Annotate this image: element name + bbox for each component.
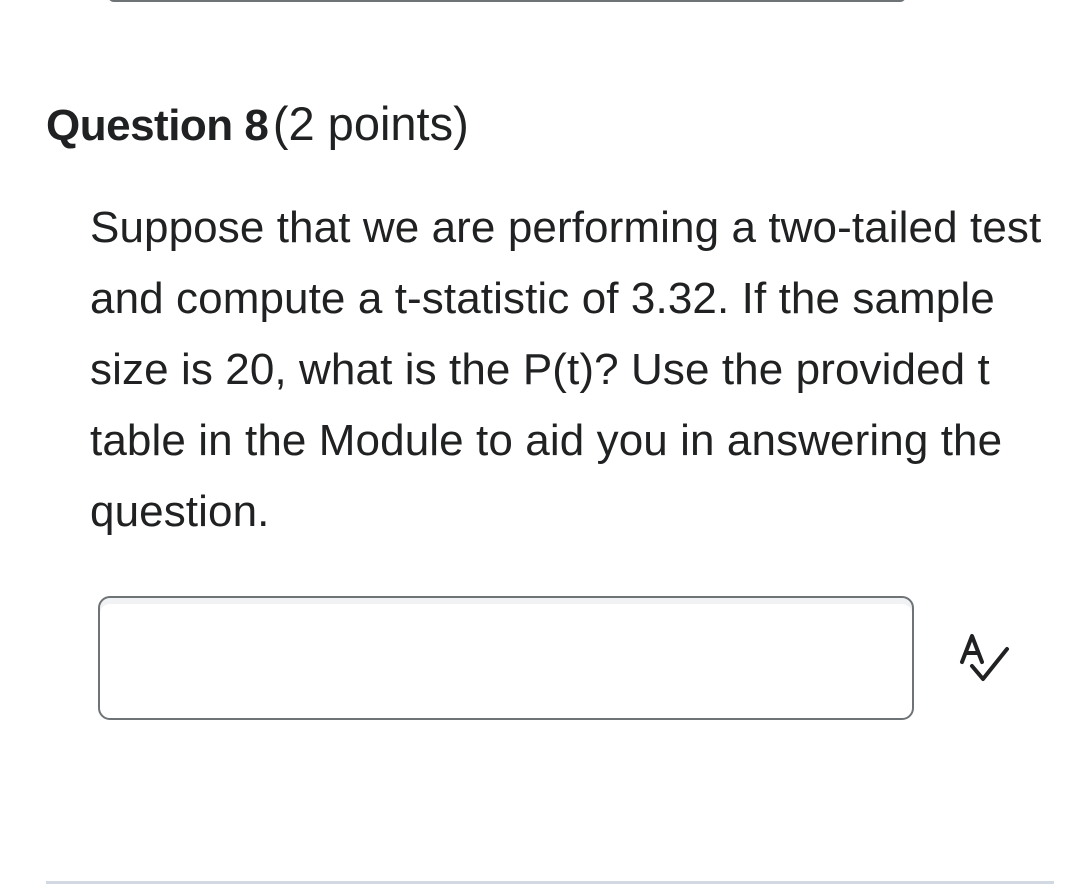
question-title: Question 8 bbox=[46, 101, 269, 150]
question-text: Suppose that we are performing a two-tai… bbox=[90, 203, 1042, 536]
question-divider bbox=[46, 881, 1054, 884]
question-header: Question 8 (2 points) bbox=[46, 96, 469, 164]
spellcheck-icon bbox=[960, 634, 1009, 681]
previous-question-divider bbox=[108, 0, 906, 2]
answer-input[interactable] bbox=[98, 596, 914, 720]
spellcheck-button[interactable] bbox=[950, 626, 1014, 690]
question-points: (2 points) bbox=[272, 97, 469, 150]
